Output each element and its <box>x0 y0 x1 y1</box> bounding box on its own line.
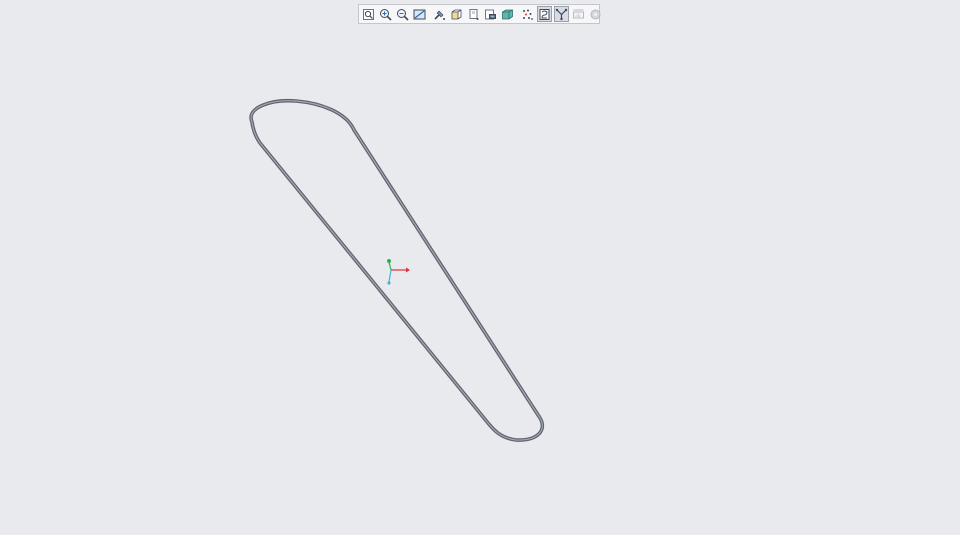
axis-y-end <box>387 259 391 263</box>
axis-z-end <box>387 281 391 285</box>
axis-x-arrow <box>406 267 410 273</box>
sketch-canvas[interactable] <box>0 0 960 535</box>
graphics-viewport[interactable]: ab <box>0 0 960 535</box>
axis-z-line <box>388 269 392 283</box>
coordinate-triad <box>387 259 410 285</box>
axis-y-line <box>388 261 392 271</box>
